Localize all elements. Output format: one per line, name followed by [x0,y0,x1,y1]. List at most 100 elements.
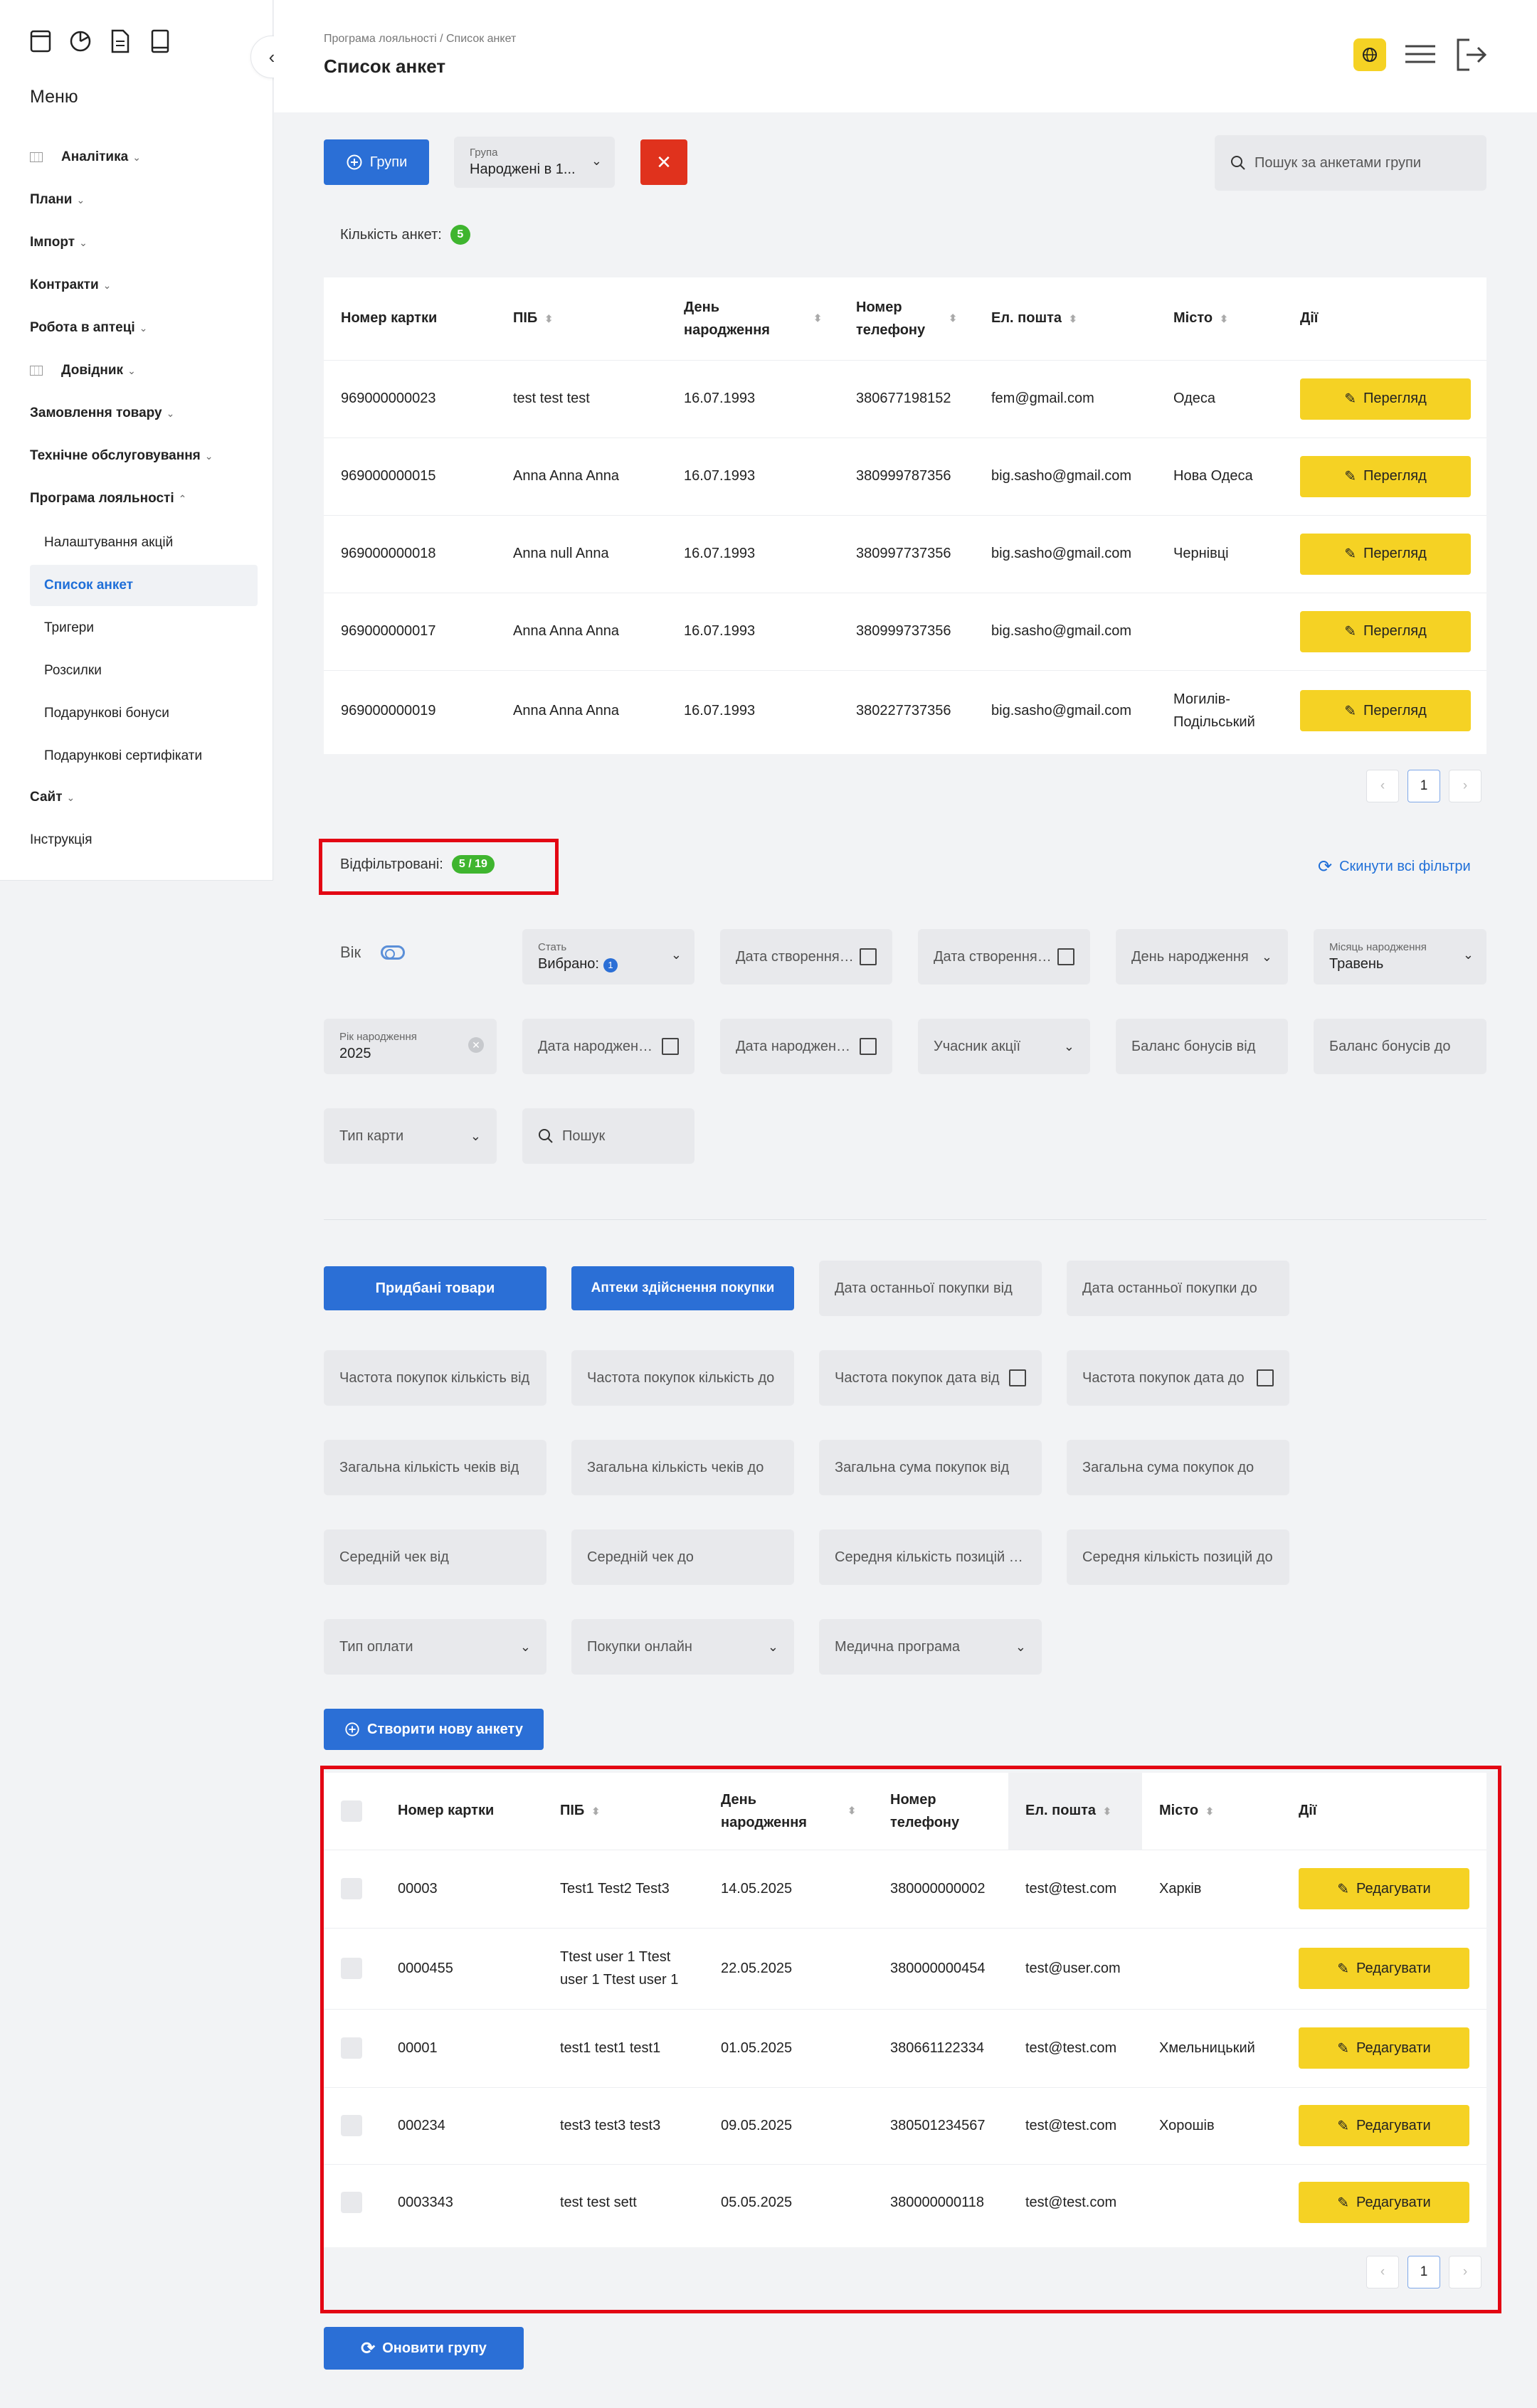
sidebar-subitem-mailings[interactable]: Розсилки [30,650,258,691]
sidebar-subitem-gift-bonuses[interactable]: Подарункові бонуси [30,693,258,734]
col-card-number[interactable]: Номер картки [324,277,496,360]
payment-type-select[interactable]: Тип оплати ⌄ [324,1619,546,1675]
sidebar-item-contracts[interactable]: Контракти ⌄ [30,277,111,293]
sum-from[interactable]: Загальна сума покупок від [819,1440,1042,1495]
group-search-input[interactable]: Пошук за анкетами групи [1215,135,1486,191]
edit-button[interactable]: ✎ Редагувати [1299,2105,1469,2146]
language-button[interactable] [1353,38,1386,71]
freq-count-from[interactable]: Частота покупок кількість від [324,1350,546,1406]
view-button[interactable]: ✎ Перегляд [1300,610,1471,652]
edit-button[interactable]: ✎ Редагувати [1299,1868,1469,1909]
sort-icon[interactable]: ⬍ [591,1805,600,1817]
next-page-button[interactable]: › [1449,770,1481,802]
edit-button[interactable]: ✎ Редагувати [1299,1948,1469,1989]
last-purchase-from[interactable]: Дата останньої покупки від [819,1261,1042,1316]
sort-icon[interactable]: ⬍ [1069,313,1077,324]
sidebar-item-site[interactable]: Сайт ⌄ [30,790,75,805]
col-full-name[interactable]: ПІБ ⬍ [496,277,667,360]
col-email[interactable]: Ел. пошта ⬍ [974,277,1156,360]
groups-button[interactable]: Групи [324,139,429,185]
next-page-button[interactable]: › [1449,2256,1481,2288]
reset-filters-button[interactable]: ⟳ Скинути всі фільтри [1318,856,1471,877]
sidebar-item-instructions[interactable]: Інструкція [30,832,93,848]
freq-date-from[interactable]: Частота покупок дата від [819,1350,1042,1406]
edit-button[interactable]: ✎ Редагувати [1299,2027,1469,2069]
pie-chart-icon[interactable] [70,28,91,54]
freq-date-to[interactable]: Частота покупок дата до [1067,1350,1289,1406]
birth-month-select[interactable]: Місяць народження Травень ⌄ [1314,929,1486,985]
sort-icon[interactable]: ⬍ [1205,1805,1214,1817]
sidebar-item-import[interactable]: Імпорт ⌄ [30,235,88,250]
created-to-date[interactable]: Дата створення до [918,929,1090,985]
sidebar-subitem-promo-settings[interactable]: Налаштування акцій [30,522,258,563]
create-questionnaire-button[interactable]: Створити нову анкету [324,1709,544,1750]
pharmacies-button[interactable]: Аптеки здійснення покупки [571,1266,794,1310]
created-from-date[interactable]: Дата створення від [720,929,892,985]
sort-icon[interactable]: ⬍ [813,312,822,324]
select-all-checkbox[interactable] [341,1800,362,1822]
logout-icon[interactable] [1454,37,1488,73]
sidebar-item-orders[interactable]: Замовлення товару ⌄ [30,405,174,421]
edit-button[interactable]: ✎ Редагувати [1299,2182,1469,2224]
sum-to[interactable]: Загальна сума покупок до [1067,1440,1289,1495]
sort-icon[interactable]: ⬍ [847,1805,856,1817]
group-select[interactable]: Група Народжені в 1... ⌄ [454,137,615,188]
bought-goods-button[interactable]: Придбані товари [324,1266,546,1310]
clear-group-button[interactable]: ✕ [640,139,687,185]
sort-icon[interactable]: ⬍ [949,312,957,324]
view-button[interactable]: ✎ Перегляд [1300,690,1471,732]
birth-year-input[interactable]: Рік народження 2025 ✕ [324,1019,497,1074]
sidebar-item-maintenance[interactable]: Технічне обслуговування ⌄ [30,448,213,464]
clear-icon[interactable]: ✕ [468,1037,484,1053]
document-icon[interactable] [110,28,131,54]
col-phone[interactable]: Номер телефону ⬍ [839,277,974,360]
col-birthday[interactable]: День народження ⬍ [704,1773,873,1850]
checks-to[interactable]: Загальна кількість чеків до [571,1440,794,1495]
sidebar-item-loyalty[interactable]: Програма лояльності ⌃ [30,491,186,506]
row-checkbox[interactable] [341,2037,362,2059]
hamburger-menu-icon[interactable] [1404,43,1437,65]
birth-date-to[interactable]: Дата народження до [720,1019,892,1074]
view-button[interactable]: ✎ Перегляд [1300,455,1471,497]
prev-page-button[interactable]: ‹ [1366,2256,1399,2288]
sidebar-item-analytics[interactable]: Аналітика ⌄ [30,149,141,165]
row-checkbox[interactable] [341,2192,362,2214]
book-icon[interactable] [149,28,171,54]
sort-icon[interactable]: ⬍ [1103,1805,1111,1817]
avg-items-from[interactable]: Середня кількість позицій від [819,1529,1042,1585]
col-birthday[interactable]: День народження ⬍ [667,277,839,360]
row-checkbox[interactable] [341,1878,362,1899]
card-type-select[interactable]: Тип карти ⌄ [324,1108,497,1164]
bonus-from-input[interactable]: Баланс бонусів від [1116,1019,1288,1074]
sidebar-item-directory[interactable]: Довідник ⌄ [30,363,136,378]
sort-icon[interactable]: ⬍ [544,313,553,324]
page-button[interactable]: 1 [1407,770,1440,802]
avg-items-to[interactable]: Середня кількість позицій до [1067,1529,1289,1585]
medical-program-select[interactable]: Медична програма ⌄ [819,1619,1042,1675]
row-checkbox[interactable] [341,2115,362,2136]
birth-date-from[interactable]: Дата народження від [522,1019,694,1074]
sidebar-item-pharmacy-work[interactable]: Робота в аптеці ⌄ [30,320,147,336]
col-phone[interactable]: Номер телефону [873,1773,1008,1850]
col-city[interactable]: Місто ⬍ [1156,277,1283,360]
avg-check-from[interactable]: Середній чек від [324,1529,546,1585]
online-purchases-select[interactable]: Покупки онлайн ⌄ [571,1619,794,1675]
prev-page-button[interactable]: ‹ [1366,770,1399,802]
filter-search-input[interactable]: Пошук [522,1108,694,1164]
checks-from[interactable]: Загальна кількість чеків від [324,1440,546,1495]
col-card-number[interactable]: Номер картки [381,1773,543,1850]
col-email[interactable]: Ел. пошта ⬍ [1008,1773,1142,1850]
view-button[interactable]: ✎ Перегляд [1300,533,1471,575]
sidebar-subitem-gift-certificates[interactable]: Подарункові сертифікати [30,736,258,777]
sidebar-item-plans[interactable]: Плани ⌄ [30,192,85,208]
sort-icon[interactable]: ⬍ [1220,313,1228,324]
last-purchase-to[interactable]: Дата останньої покупки до [1067,1261,1289,1316]
freq-count-to[interactable]: Частота покупок кількість до [571,1350,794,1406]
sidebar-subitem-triggers[interactable]: Тригери [30,608,258,649]
sidebar-subitem-questionnaires[interactable]: Список анкет [30,565,258,606]
avg-check-to[interactable]: Середній чек до [571,1529,794,1585]
promo-member-select[interactable]: Учасник акції ⌄ [918,1019,1090,1074]
birthday-select[interactable]: День народження ⌄ [1116,929,1288,985]
row-checkbox[interactable] [341,1958,362,1979]
age-toggle[interactable] [381,945,406,960]
